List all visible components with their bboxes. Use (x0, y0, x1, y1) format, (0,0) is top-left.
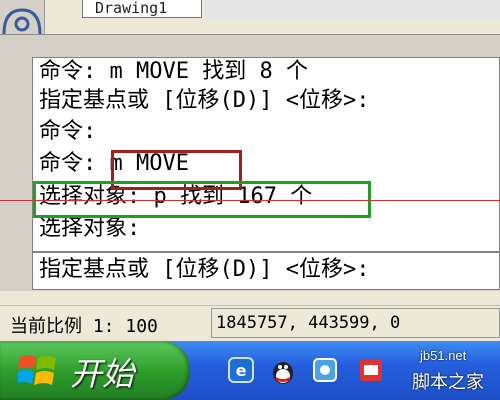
app-quicklaunch-icon[interactable] (312, 357, 338, 383)
start-button[interactable]: 开始 (0, 341, 190, 400)
command-history-line: 指定基点或 [位移(D)] <位移>: (39, 88, 370, 113)
document-tab-strip: Drawing1 (0, 0, 500, 35)
command-input-prompt[interactable]: 指定基点或 [位移(D)] <位移>: (39, 256, 369, 284)
command-history-pane: 命令: m MOVE 找到 8 个 指定基点或 [位移(D)] <位移>: 命令… (32, 57, 500, 290)
svg-text:e: e (236, 361, 247, 380)
command-history-line: 命令: (39, 119, 97, 144)
command-input-row[interactable]: 指定基点或 [位移(D)] <位移>: (33, 251, 499, 289)
status-bar: 当前比例 1: 100 1845757, 443599, 0 (0, 305, 500, 342)
coordinate-readout: 1845757, 443599, 0 (211, 308, 500, 338)
watermark-url: jb51.net (420, 348, 467, 363)
tab-nav-box[interactable] (0, 0, 45, 35)
tab-strip-background (205, 0, 500, 20)
browser-quicklaunch-icon[interactable]: e (228, 357, 254, 383)
command-history-line: 命令: m MOVE 找到 8 个 (39, 59, 308, 84)
scale-label: 当前比例 (10, 316, 82, 337)
command-history-line: 选择对象: (39, 216, 141, 241)
start-label: 开始 (70, 355, 135, 393)
qq-quicklaunch-icon[interactable] (270, 357, 296, 385)
watermark-site-name: 脚本之家 (412, 372, 484, 393)
drawing-tab-icon (2, 8, 42, 35)
command-window: 命令: m MOVE 找到 8 个 指定基点或 [位移(D)] <位移>: 命令… (0, 35, 500, 291)
scale-readout: 当前比例 1: 100 (10, 312, 158, 338)
tab-drawing1[interactable]: Drawing1 (82, 0, 202, 18)
crosshair-line (0, 200, 500, 201)
windows-logo-icon (18, 355, 56, 385)
scale-value[interactable]: 1: 100 (93, 316, 158, 337)
app-quicklaunch-icon[interactable] (358, 357, 384, 383)
